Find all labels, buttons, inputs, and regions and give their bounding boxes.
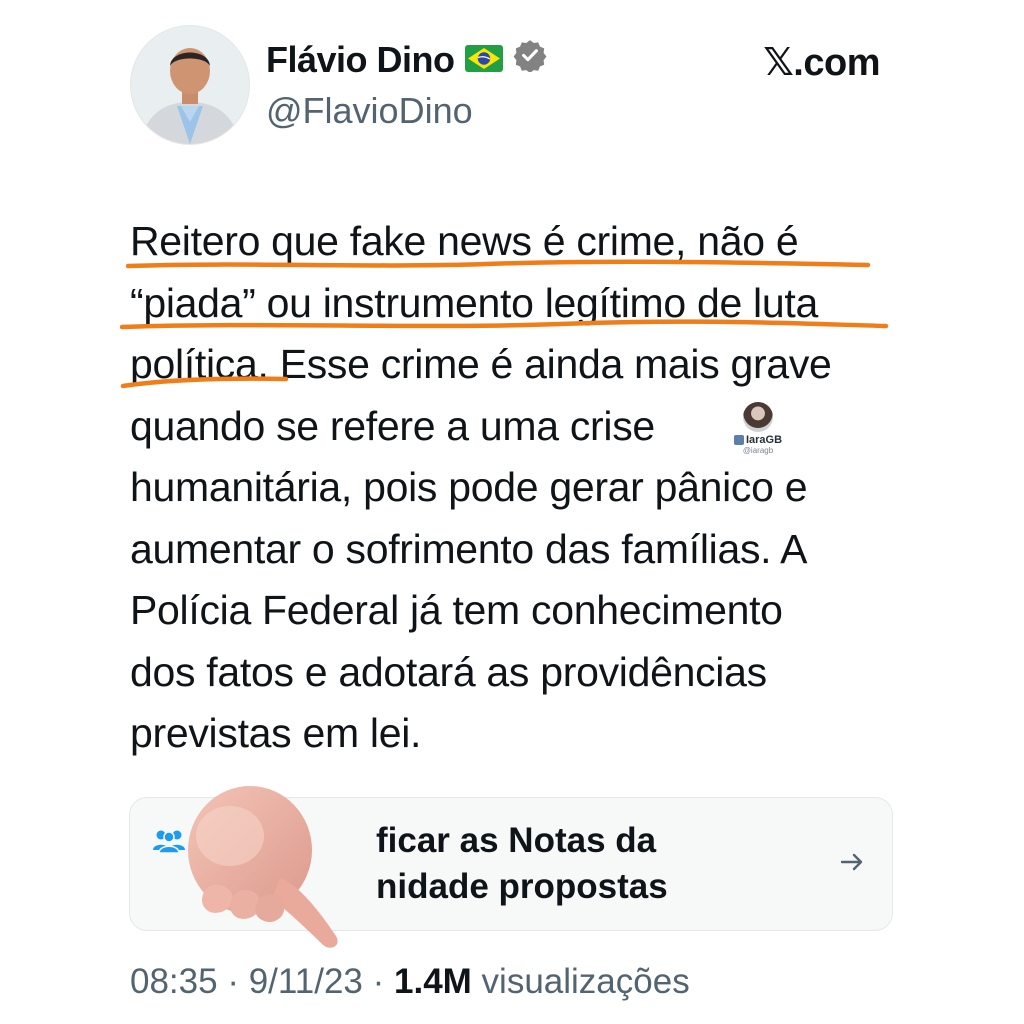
separator-dot: · [362,962,394,1001]
pointing-hand-emoji [188,786,338,948]
watermark: IaraGB @iaragb [730,402,786,455]
tweet-date[interactable]: 9/11/23 [249,962,363,1001]
highlight-underline-3 [120,376,289,389]
tweet-meta: 08:35 · 9/11/23 · 1.4M visualizações [130,962,690,1002]
tweet-line: humanitária, pois pode gerar pânico e [130,464,808,510]
watermark-name: IaraGB [730,434,786,446]
watermark-badge-icon [733,435,744,445]
watermark-avatar [743,402,773,432]
tweet-time[interactable]: 08:35 [130,962,218,1001]
tweet-line: Polícia Federal já tem conhecimento [130,587,783,633]
watermark-handle: @iaragb [742,446,774,455]
views-label: visualizações [481,962,690,1001]
tweet-line: quando se refere a uma crise [130,402,655,449]
tweet-line: previstas em lei. [130,710,422,756]
tweet-text: Reitero que fake news é crime, não é “pi… [130,211,910,765]
highlight-underline-1 [126,259,871,269]
views-count: 1.4M [394,962,472,1001]
display-name[interactable]: Flávio Dino [266,39,455,81]
highlight-underline-2 [120,319,889,330]
arrow-right-icon[interactable] [838,848,866,881]
x-com-label: 𝕏.com [763,42,880,84]
tweet-line: aumentar o sofrimento das famílias. A [130,525,808,572]
separator-dot: · [217,962,249,1001]
display-name-row[interactable]: Flávio Dino [266,38,547,81]
user-handle[interactable]: @FlavioDino [266,90,473,132]
verified-badge-icon[interactable] [513,38,547,81]
profile-avatar[interactable] [130,25,250,145]
tweet-line: dos fatos e adotará as providências [130,648,767,695]
brazil-flag-icon [464,39,503,81]
